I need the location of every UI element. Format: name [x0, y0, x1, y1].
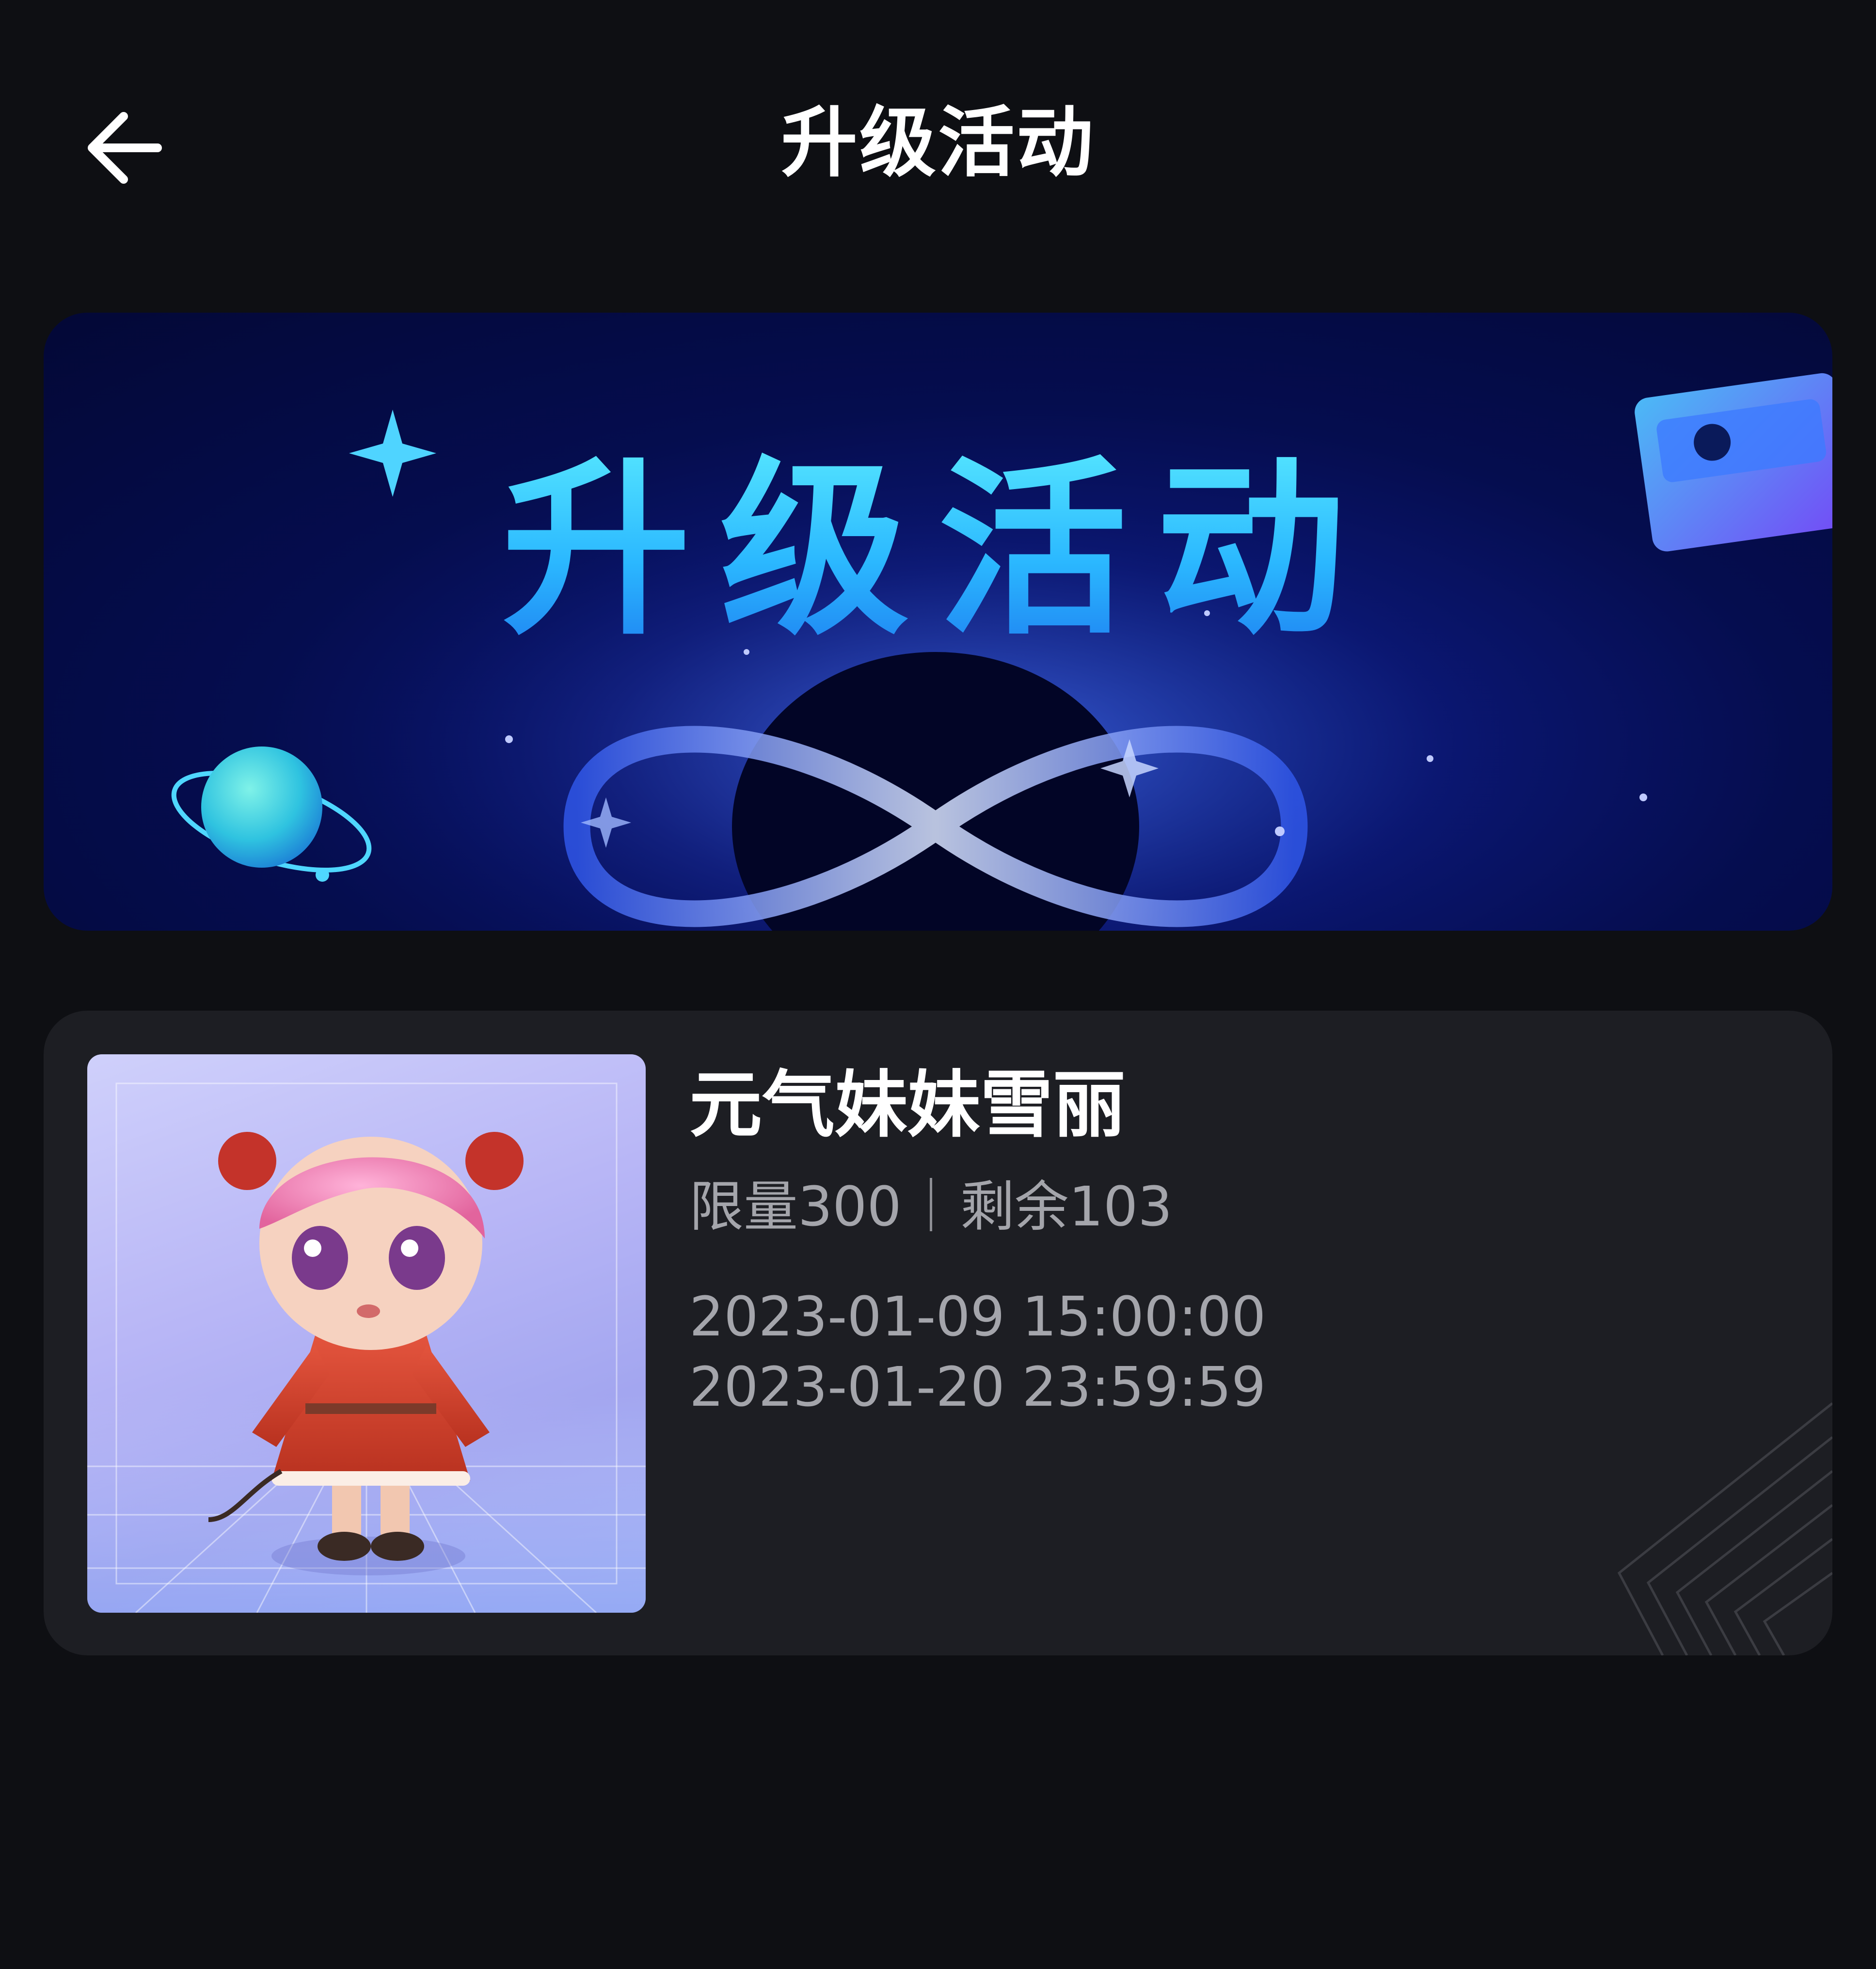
page-title: 升级活动: [781, 98, 1095, 188]
end-time: 2023-01-20 23:59:59: [689, 1356, 1266, 1419]
activity-banner[interactable]: 升级活动: [44, 313, 1832, 931]
card-decoration: [1600, 1394, 1832, 1655]
stock-separator: [929, 1178, 932, 1231]
top-nav-bar: 升级活动: [0, 0, 1876, 291]
activity-card[interactable]: 元气妹妹雪丽 限量300 剩余103 2023-01-09 15:00:00 20…: [44, 1011, 1832, 1655]
item-name: 元气妹妹雪丽: [689, 1063, 1126, 1147]
remaining-label: 剩余103: [960, 1175, 1173, 1239]
start-time: 2023-01-09 15:00:00: [689, 1286, 1266, 1349]
item-thumbnail: [87, 1054, 646, 1613]
banner-title: 升级活动: [44, 434, 1832, 667]
item-stock-info: 限量300 剩余103: [689, 1171, 1173, 1243]
character-figure-image: [87, 1082, 646, 1613]
limit-label: 限量300: [689, 1175, 902, 1239]
